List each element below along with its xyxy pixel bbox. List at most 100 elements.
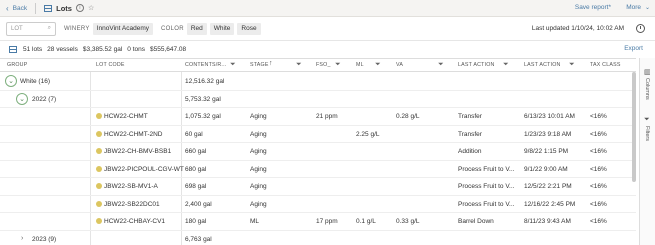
col-header-tax-class[interactable]: TAX CLASS	[590, 62, 621, 68]
chevron-right-icon[interactable]: ›	[21, 235, 23, 242]
cell-tax-class: <16%	[590, 130, 607, 138]
table-row[interactable]: JBW22-SB22DC01 2,400 gal Aging Process Frui…	[0, 196, 636, 213]
table-row[interactable]: HCW22-CHBAY-CV1 180 gal ML 17 ppm 0.1 g/L 0.3…	[0, 213, 636, 231]
filter-icon[interactable]: ⏷	[503, 61, 509, 69]
color-chip-white[interactable]: White	[209, 22, 235, 35]
table-row[interactable]: JBW22-CH-BMV-BSB1 660 gal Aging Addition 9/8…	[0, 143, 636, 161]
export-button[interactable]: Export	[624, 45, 643, 52]
search-icon: ⌕	[47, 25, 51, 31]
group-contents: 5,753.32 gal	[185, 95, 221, 103]
cell-lot-code[interactable]: JBW22-SB22DC01	[104, 201, 160, 208]
col-header-fso2[interactable]: FSO_	[316, 62, 331, 68]
vertical-scrollbar[interactable]	[632, 72, 636, 182]
cell-contents: 180 gal	[185, 218, 207, 225]
cell-last-action: Addition	[458, 148, 482, 155]
cell-last-action-date: 12/16/22 2:45 PM	[524, 200, 576, 208]
cell-last-action-date: 6/13/23 10:01 AM	[524, 113, 575, 120]
table-row[interactable]: JBW22-SB-MV1-A 698 gal Aging Process Fruit …	[0, 178, 636, 196]
cell-fso2: 17 ppm	[316, 218, 338, 225]
filter-icon[interactable]: ⏷	[375, 61, 381, 69]
cell-contents: 60 gal	[185, 130, 203, 138]
cell-last-action-date: 9/8/22 1:15 PM	[524, 148, 569, 155]
chevron-down-icon[interactable]: ⌄	[5, 75, 17, 87]
cell-last-action: Process Fruit to V...	[458, 200, 515, 208]
filter-icon[interactable]: ⏷	[335, 61, 341, 69]
cell-last-action: Transfer	[458, 113, 482, 120]
columns-panel-tab[interactable]: Columns	[644, 78, 650, 100]
cell-tax-class: <16%	[590, 218, 607, 225]
filter-bar: LOT ⌕ WINERY InnoVint Academy COLOR Red …	[0, 17, 655, 41]
cell-contents: 660 gal	[185, 148, 207, 155]
col-header-last-action-date[interactable]: LAST ACTION	[524, 62, 561, 68]
filters-panel-tab[interactable]: Filters	[644, 126, 650, 141]
columns-icon[interactable]: ▥	[644, 68, 651, 76]
cell-lot-code[interactable]: JBW22-CH-BMV-BSB1	[104, 148, 171, 155]
filter-icon[interactable]: ⏷	[569, 61, 575, 69]
table-header: GROUP LOT CODE CONTENTS/R... ⏷ STAGE ↑ ⏷…	[0, 59, 636, 72]
cell-contents: 2,400 gal	[185, 200, 212, 208]
cell-lot-code[interactable]: JBW22-SB-MV1-A	[104, 183, 158, 190]
table-row[interactable]: HCW22-CHMT 1,075.32 gal Aging 21 ppm 0.28 g/…	[0, 108, 636, 126]
divider	[35, 2, 37, 14]
lot-search-placeholder: LOT	[11, 25, 23, 32]
lot-status-dot	[96, 148, 102, 154]
lots-table: GROUP LOT CODE CONTENTS/R... ⏷ STAGE ↑ ⏷…	[0, 58, 636, 245]
cell-ml: 0.1 g/L	[356, 218, 376, 225]
cell-tax-class: <16%	[590, 148, 607, 155]
table-row[interactable]: JBW22-PICPOUL-CGV-WT 680 gal Aging Process …	[0, 161, 636, 178]
col-header-stage[interactable]: STAGE	[250, 62, 269, 68]
table-row[interactable]: HCW22-CHMT-2ND 60 gal Aging 2.25 g/L Transfe…	[0, 126, 636, 143]
chevron-down-icon[interactable]: ⌄	[645, 4, 650, 11]
sort-ascending-icon[interactable]: ↑	[269, 60, 273, 67]
col-header-va[interactable]: VA	[396, 62, 403, 68]
back-button[interactable]: ‹ Back	[6, 4, 27, 13]
cell-stage: Aging	[250, 130, 267, 138]
page-title: Lots	[56, 3, 72, 13]
value-total: $555,647.08	[150, 45, 187, 53]
winery-filter-label: WINERY	[64, 25, 90, 32]
cell-last-action: Barrel Down	[458, 218, 494, 225]
color-chip-red[interactable]: Red	[186, 22, 207, 35]
page-title-area: Lots i ☆	[44, 4, 94, 13]
lot-search-input[interactable]: LOT ⌕	[6, 21, 56, 36]
col-header-group[interactable]: GROUP	[7, 62, 27, 68]
filter-icon[interactable]: ⏷	[644, 116, 650, 124]
history-icon[interactable]	[636, 24, 645, 33]
color-chip-rose[interactable]: Rose	[237, 22, 261, 35]
cell-lot-code[interactable]: JBW22-PICPOUL-CGV-WT	[104, 166, 184, 173]
group-row-2022[interactable]: ⌄ 2022 (7) 5,753.32 gal	[0, 91, 636, 108]
lot-status-dot	[96, 130, 102, 137]
cell-stage: ML	[250, 218, 260, 225]
vessels-count: 28 vessels	[47, 45, 78, 53]
cell-stage: Aging	[250, 183, 267, 190]
lot-status-dot	[96, 218, 102, 224]
group-label: White (16)	[20, 78, 50, 85]
winery-filter-chip[interactable]: InnoVint Academy	[92, 22, 153, 35]
cell-last-action: Process Fruit to V...	[458, 165, 515, 173]
cell-tax-class: <16%	[590, 200, 607, 208]
tons-total: 0 tons	[127, 45, 145, 53]
star-icon[interactable]: ☆	[88, 4, 94, 12]
filter-icon[interactable]: ⏷	[438, 61, 444, 69]
last-updated-text: Last updated 1/10/24, 10:02 AM	[531, 25, 624, 32]
more-menu-button[interactable]: More	[626, 4, 641, 11]
col-header-ml[interactable]: ML	[356, 62, 364, 68]
cell-lot-code[interactable]: HCW22-CHMT	[104, 113, 148, 120]
summary-bar: 51 lots 28 vessels $3,385.52 gal 0 tons …	[0, 41, 655, 57]
cell-lot-code[interactable]: HCW22-CHMT-2ND	[104, 131, 163, 138]
group-row-white[interactable]: ⌄ White (16) 12,516.32 gal	[0, 73, 636, 91]
lot-status-dot	[96, 183, 102, 189]
col-header-lot-code[interactable]: LOT CODE	[96, 62, 125, 68]
group-row-2023[interactable]: › 2023 (9) 6,763 gal	[0, 231, 636, 245]
table-icon	[44, 4, 53, 12]
cell-tax-class: <16%	[590, 165, 607, 173]
filter-icon[interactable]: ⏷	[230, 61, 236, 69]
save-report-button[interactable]: Save report*	[575, 4, 611, 11]
cell-last-action-date: 9/1/22 9:00 AM	[524, 165, 568, 173]
cell-lot-code[interactable]: HCW22-CHBAY-CV1	[104, 218, 165, 225]
chevron-down-icon[interactable]: ⌄	[16, 92, 28, 105]
col-header-last-action[interactable]: LAST ACTION	[458, 62, 495, 68]
col-header-contents[interactable]: CONTENTS/R...	[185, 62, 226, 68]
info-icon[interactable]: i	[75, 4, 84, 12]
filter-icon[interactable]: ⏷	[296, 61, 302, 69]
